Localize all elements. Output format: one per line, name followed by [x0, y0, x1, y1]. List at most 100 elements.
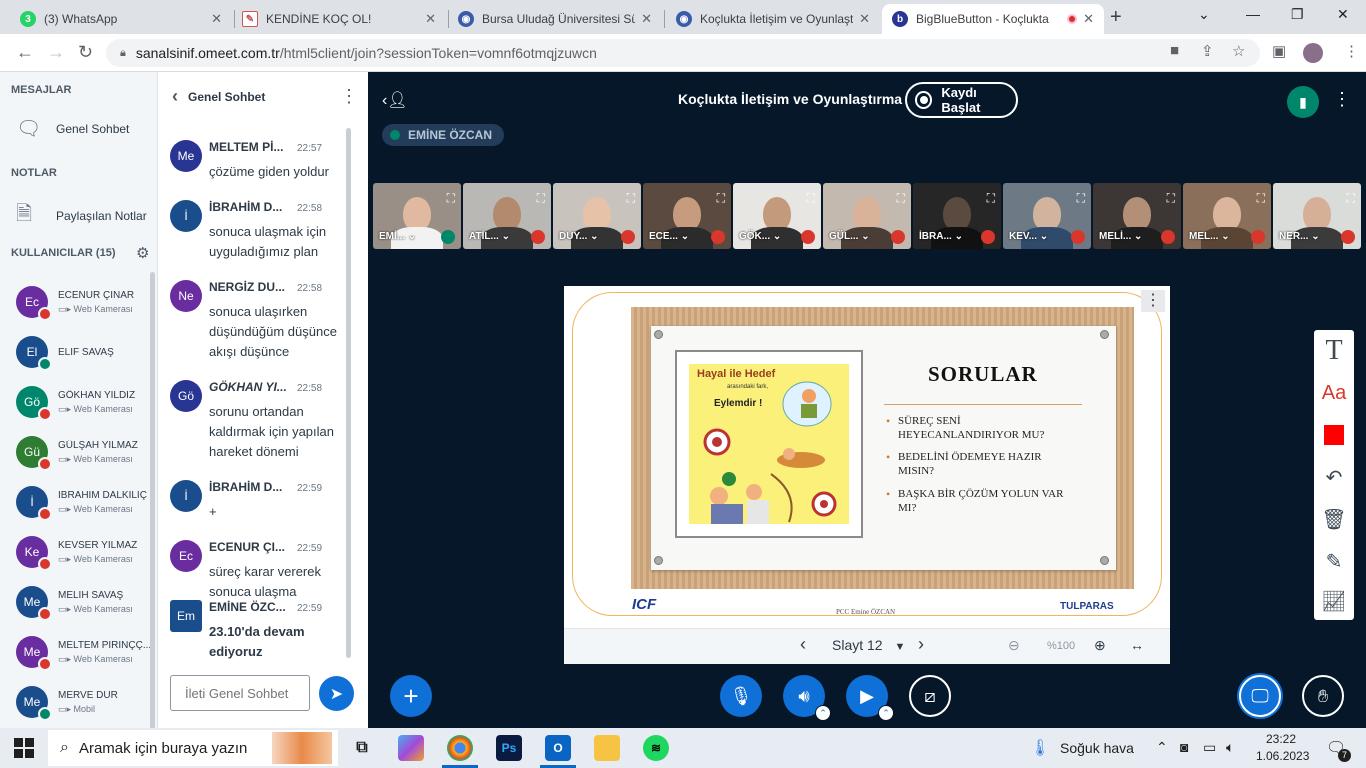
clock-time[interactable]: 23:22 — [1266, 732, 1296, 746]
chrome-icon[interactable] — [447, 735, 473, 761]
chevron-down-icon[interactable]: ⌄ — [1221, 231, 1229, 242]
slide-select[interactable]: Slayt 12 ▼ — [832, 637, 905, 653]
fullscreen-icon[interactable]: ⛶ — [717, 191, 725, 206]
speaker-tray-icon[interactable]: 🔈︎ — [1226, 739, 1234, 756]
fullscreen-icon[interactable]: ⛶ — [447, 191, 455, 206]
address-bar[interactable]: 🔒︎ sanalsinif.omeet.com.tr/html5client/j… — [106, 39, 1260, 67]
undo-icon[interactable]: ↶ — [1314, 456, 1354, 498]
file-explorer-icon[interactable] — [594, 735, 620, 761]
network-icon[interactable]: ▭ — [1203, 739, 1216, 756]
webcam-tile[interactable]: ⛶ ECE... ⌄ — [643, 183, 731, 249]
shared-notes-item[interactable]: 🗎︎ Paylaşılan Notlar — [16, 199, 147, 233]
multi-user-pen-icon[interactable]: ✎ — [1314, 540, 1354, 582]
browser-tab-active[interactable]: b BigBlueButton - Koçlukta ✕ — [882, 4, 1104, 34]
browser-tab[interactable]: 3 (3) WhatsApp ✕ — [10, 4, 232, 34]
tab-search-icon[interactable]: ⌄ — [1198, 6, 1210, 23]
fullscreen-icon[interactable]: ⛶ — [987, 191, 995, 206]
photoshop-icon[interactable]: Ps — [496, 735, 522, 761]
chevron-up-icon[interactable]: ⌃ — [878, 705, 894, 721]
chevron-down-icon[interactable]: ⌄ — [955, 231, 963, 242]
user-list-item[interactable]: El ELİF SAVAŞ — [16, 330, 152, 374]
chevron-down-icon[interactable]: ⌄ — [1040, 231, 1048, 242]
clock-date[interactable]: 1.06.2023 — [1256, 749, 1309, 763]
close-icon[interactable]: ✕ — [211, 11, 222, 27]
font-size-icon[interactable]: Aa — [1314, 372, 1354, 414]
spotify-icon[interactable]: ≋ — [643, 735, 669, 761]
camera-tray-icon[interactable]: ◙ — [1180, 739, 1188, 755]
forward-icon[interactable]: → — [47, 42, 65, 63]
chat-scrollbar[interactable] — [346, 128, 351, 658]
chart-icon[interactable]: 📈︎ — [1314, 580, 1354, 622]
actions-plus-button[interactable]: + — [390, 675, 432, 717]
webcam-tile[interactable]: ⛶ ATİL... ⌄ — [463, 183, 551, 249]
user-list-item[interactable]: Ke KEVSER YILMAZ ▭▸ Web Kamerası — [16, 530, 152, 574]
chevron-down-icon[interactable]: ⌄ — [1311, 231, 1319, 242]
audio-button[interactable]: 🔊︎ ⌃ — [783, 675, 831, 721]
trash-icon[interactable]: 🗑︎ — [1314, 498, 1354, 540]
previous-slide-icon[interactable]: ‹ — [800, 634, 806, 655]
send-button[interactable]: ➤ — [319, 676, 354, 711]
chevron-down-icon[interactable]: ⌄ — [590, 231, 598, 242]
webcam-tile[interactable]: ⛶ GÜL... ⌄ — [823, 183, 911, 249]
chevron-down-icon[interactable]: ⌄ — [681, 231, 689, 242]
browser-tab[interactable]: ✎ KENDİNE KOÇ OL! ✕ — [232, 4, 446, 34]
text-tool-icon[interactable]: T — [1314, 330, 1354, 372]
webcam-tile[interactable]: ⛶ NER... ⌄ — [1273, 183, 1361, 249]
minimize-button[interactable]: — — [1246, 6, 1260, 22]
user-list-toggle-icon[interactable]: ‹👤︎ — [382, 90, 408, 110]
fullscreen-icon[interactable]: ⛶ — [807, 191, 815, 206]
user-list-item[interactable]: İ İBRAHİM DALKILIÇ ▭▸ Web Kamerası — [16, 480, 152, 524]
chevron-up-icon[interactable]: ⌃ — [815, 705, 831, 721]
fit-width-icon[interactable]: ↔ — [1130, 637, 1144, 653]
presentation-button[interactable]: 🖵︎ — [1239, 675, 1281, 717]
webcam-tile[interactable]: ⛶ GÖK... ⌄ — [733, 183, 821, 249]
taskbar-search[interactable]: ⌕ Aramak için buraya yazın — [48, 730, 338, 766]
share-icon[interactable]: ⇪ — [1201, 42, 1214, 60]
zoom-in-icon[interactable]: ⊕ — [1094, 637, 1106, 654]
meeting-options-icon[interactable]: ⋮ — [1333, 89, 1351, 110]
user-list-item[interactable]: Gü GÜLŞAH YILMAZ ▭▸ Web Kamerası — [16, 430, 152, 474]
reload-icon[interactable]: ↻ — [78, 42, 93, 63]
fullscreen-icon[interactable]: ⛶ — [1257, 191, 1265, 206]
close-icon[interactable]: ✕ — [641, 11, 652, 27]
webcam-tile[interactable]: ⛶ DUY... ⌄ — [553, 183, 641, 249]
browser-tab[interactable]: ◉ Bursa Uludağ Üniversitesi Sür ✕ — [448, 4, 662, 34]
record-button[interactable]: Kaydı Başlat — [905, 82, 1018, 118]
connection-status-icon[interactable]: ▮ — [1287, 86, 1319, 118]
zoom-out-icon[interactable]: ⊖ — [1008, 637, 1020, 654]
raise-hand-button[interactable]: ✋︎ — [1302, 675, 1344, 717]
user-list-item[interactable]: Me MELİH SAVAŞ ▭▸ Web Kamerası — [16, 580, 152, 624]
weather-label[interactable]: Soğuk hava — [1060, 740, 1134, 756]
fullscreen-icon[interactable]: ⛶ — [1077, 191, 1085, 206]
windows-start-icon[interactable] — [14, 738, 34, 758]
chevron-down-icon[interactable]: ⌄ — [502, 231, 510, 242]
public-chat-item[interactable]: 🗨︎ Genel Sohbet — [16, 116, 129, 141]
next-slide-icon[interactable]: › — [918, 634, 924, 655]
outlook-icon[interactable]: O — [545, 735, 571, 761]
fullscreen-icon[interactable]: ⛶ — [897, 191, 905, 206]
task-view-icon[interactable]: ⧉ — [349, 735, 375, 761]
user-list-item[interactable]: Me MELTEM PİRİNÇÇ... ▭▸ Web Kamerası — [16, 630, 152, 674]
profile-avatar[interactable] — [1303, 43, 1323, 63]
browser-tab[interactable]: ◉ Koçlukta İletişim ve Oyunlaştır ✕ — [666, 4, 880, 34]
screen-share-button[interactable]: ⧄ — [909, 675, 951, 717]
chat-header[interactable]: ‹ Genel Sohbet — [172, 86, 265, 107]
color-picker[interactable] — [1314, 414, 1354, 456]
chat-options-icon[interactable]: ⋮ — [340, 86, 358, 107]
close-icon[interactable]: ✕ — [1083, 11, 1094, 27]
close-icon[interactable]: ✕ — [859, 11, 870, 27]
close-icon[interactable]: ✕ — [425, 11, 436, 27]
back-icon[interactable]: ← — [16, 42, 34, 63]
webcam-tile[interactable]: ⛶ MEL... ⌄ — [1183, 183, 1271, 249]
gear-icon[interactable]: ⚙ — [136, 244, 149, 262]
fullscreen-icon[interactable]: ⛶ — [537, 191, 545, 206]
side-panel-icon[interactable]: ▣ — [1272, 42, 1286, 60]
slide-options-icon[interactable]: ⋮ — [1141, 290, 1165, 312]
fullscreen-icon[interactable]: ⛶ — [627, 191, 635, 206]
camera-button[interactable]: ▶ ⌃ — [846, 675, 894, 721]
browser-menu-icon[interactable]: ⋮ — [1344, 42, 1359, 60]
new-tab-button[interactable]: + — [1110, 6, 1122, 29]
webcam-tile[interactable]: ⛶ İBRA... ⌄ — [913, 183, 1001, 249]
chevron-down-icon[interactable]: ⌄ — [408, 231, 416, 242]
webcam-tile[interactable]: ⛶ MELİ... ⌄ — [1093, 183, 1181, 249]
